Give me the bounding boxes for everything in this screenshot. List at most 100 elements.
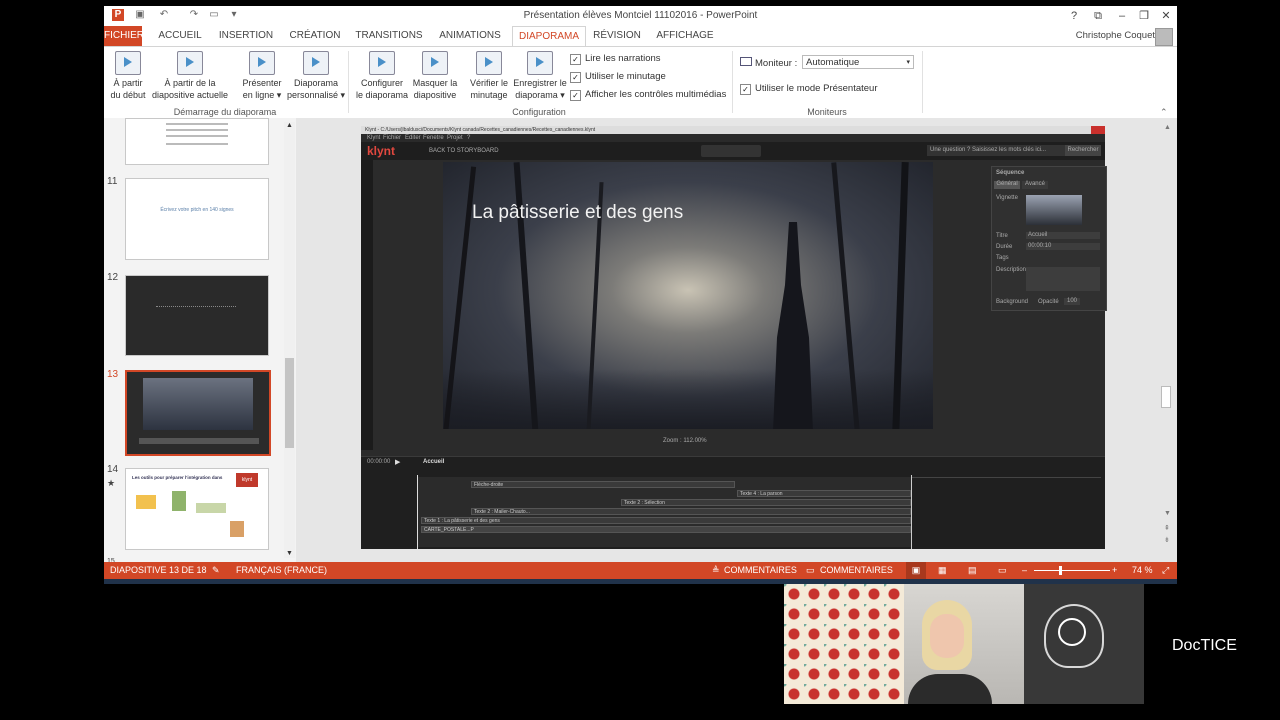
tab-transitions[interactable]: TRANSITIONS — [352, 26, 426, 46]
fit-slide-icon[interactable]: ⤢ — [1162, 562, 1169, 579]
from-start-button[interactable]: À partir du début — [106, 51, 150, 101]
comments-button[interactable]: COMMENTAIRES — [820, 562, 893, 579]
slide-thumbnail-11[interactable]: Écrivez votre pitch en 140 signes — [125, 178, 269, 260]
zoom-out-icon[interactable]: – — [1022, 562, 1027, 579]
scroll-down-icon[interactable]: ▼ — [286, 550, 293, 557]
hide-slide-button[interactable]: Masquer la diapositive — [408, 51, 462, 101]
tab-home[interactable]: ACCUEIL — [152, 26, 208, 46]
thumb-text-line — [166, 129, 228, 131]
slide-editing-area: Klynt - C:/Users/jlbaldusci/Documents/Kl… — [296, 118, 1177, 562]
current-slide[interactable]: Klynt - C:/Users/jlbaldusci/Documents/Kl… — [361, 126, 1107, 549]
klynt-preview-photo: La pâtisserie et des gens — [443, 162, 933, 429]
slide-number: 11 — [107, 176, 118, 187]
klynt-menu-item: ? — [467, 135, 471, 141]
thumb-logo — [230, 521, 244, 537]
scroll-down-icon[interactable]: ▼ — [1164, 510, 1171, 517]
setup-show-label-2: le diaporama — [355, 90, 409, 100]
slideshow-view-icon[interactable]: ▭ — [998, 562, 1007, 579]
show-media-controls-checkbox[interactable]: ✓ Afficher les contrôles multimédias — [570, 89, 726, 101]
tab-view[interactable]: AFFICHAGE — [652, 26, 718, 46]
play-icon: ▶ — [395, 459, 401, 466]
hide-slide-label-1: Masquer la — [412, 78, 458, 88]
close-icon[interactable]: ✕ — [1156, 8, 1176, 24]
zoom-slider[interactable] — [1034, 570, 1110, 571]
tab-slideshow[interactable]: DIAPORAMA — [512, 26, 586, 47]
show-media-controls-label: Afficher les contrôles multimédias — [585, 89, 727, 100]
track-bar: Flèche-droite — [471, 481, 735, 488]
person-face — [930, 614, 964, 658]
props-tags-label: Tags — [996, 255, 1009, 261]
use-timings-label: Utiliser le minutage — [585, 71, 666, 82]
panel-scrollbar[interactable]: ▲ ▼ — [284, 122, 295, 558]
timeline-sequence-name: Accueil — [423, 459, 445, 465]
custom-show-button[interactable]: Diaporama personnalisé ▾ — [286, 51, 346, 101]
monitor-select[interactable]: Automatique ▾ — [802, 55, 914, 69]
present-online-label-1: Présenter — [242, 78, 282, 88]
avatar[interactable] — [1155, 28, 1173, 46]
slide-thumbnail-10[interactable] — [125, 118, 269, 165]
tab-insert[interactable]: INSERTION — [214, 26, 278, 46]
klynt-back-link: BACK TO STORYBOARD — [429, 148, 499, 154]
tab-animations[interactable]: ANIMATIONS — [432, 26, 508, 46]
klynt-titlebar: Klynt - C:/Users/jlbaldusci/Documents/Kl… — [361, 126, 1105, 134]
from-current-label-2: diapositive actuelle — [151, 90, 229, 100]
klynt-menu-item: Projet — [447, 135, 463, 141]
slide-thumbnail-12[interactable] — [125, 275, 269, 356]
collapse-ribbon-icon[interactable]: ⌃ — [1160, 107, 1168, 118]
next-slide-icon[interactable]: ⇟ — [1164, 536, 1170, 544]
window-title: Présentation élèves Montciel 11102016 - … — [523, 10, 758, 21]
language-indicator[interactable]: FRANÇAIS (FRANCE) — [236, 562, 327, 579]
help-icon[interactable]: ? — [1064, 8, 1084, 24]
normal-view-icon[interactable]: ▣ — [906, 562, 926, 579]
powerpoint-window: P ▣ ↶ ↷ ▭ ▾ Présentation élèves Montciel… — [104, 6, 1177, 579]
scroll-up-icon[interactable]: ▲ — [1164, 124, 1171, 131]
rehearse-label-2: minutage — [470, 90, 508, 100]
klynt-timeline: 00:00:00 ▶ Accueil Flèche-droite Texte 4… — [361, 456, 1105, 549]
spellcheck-icon[interactable]: ✎ — [212, 562, 220, 579]
rehearse-timings-button[interactable]: Vérifier le minutage — [464, 51, 514, 101]
custom-show-icon — [303, 51, 329, 75]
props-title: Séquence — [996, 170, 1025, 176]
maximize-icon[interactable]: ❐ — [1134, 8, 1154, 24]
monitor-row: Moniteur : — [740, 57, 797, 69]
slide-thumbnail-13[interactable] — [125, 370, 271, 456]
from-current-button[interactable]: À partir de la diapositive actuelle — [150, 51, 230, 101]
slide-thumbnail-14[interactable]: Les outils pour préparer l'intégration d… — [125, 468, 269, 550]
globe-icon — [249, 51, 275, 75]
klynt-tool-icons — [701, 145, 761, 157]
zoom-slider-handle[interactable] — [1059, 566, 1062, 575]
present-online-button[interactable]: Présenter en ligne ▾ — [238, 51, 286, 101]
play-narrations-checkbox[interactable]: ✓ Lire les narrations — [570, 53, 661, 65]
thumb-text-line — [166, 143, 228, 145]
slide-thumbnail-panel: 11 Écrivez votre pitch en 140 signes 12 … — [104, 118, 296, 565]
zoom-in-icon[interactable]: + — [1112, 562, 1117, 579]
klynt-menubar: Klynt Fichier Editer Fenetre Projet ? — [361, 134, 1105, 142]
presenter-view-checkbox[interactable]: ✓ Utiliser le mode Présentateur — [740, 83, 878, 95]
notes-button[interactable]: COMMENTAIRES — [724, 562, 797, 579]
custom-show-label-2: personnalisé ▾ — [286, 90, 346, 100]
zoom-level[interactable]: 74 % — [1132, 562, 1153, 579]
scroll-thumb[interactable] — [285, 358, 294, 448]
slide-sorter-icon[interactable]: ▦ — [938, 562, 947, 579]
track-bar: Texte 2 : Sélection — [621, 499, 911, 506]
tab-design[interactable]: CRÉATION — [284, 26, 346, 46]
klynt-menu-item: Klynt — [367, 135, 381, 141]
record-show-button[interactable]: Enregistrer le diaporama ▾ — [512, 51, 568, 101]
minimize-icon[interactable]: – — [1112, 8, 1132, 24]
tab-file[interactable]: FICHIER — [104, 26, 144, 46]
user-name[interactable]: Christophe Coquet — [1076, 30, 1155, 41]
props-desc-label: Description — [996, 267, 1027, 273]
monitor-icon — [740, 57, 752, 66]
previous-slide-icon[interactable]: ⇞ — [1164, 524, 1170, 532]
slideshow-start-icon — [115, 51, 141, 75]
use-timings-checkbox[interactable]: ✓ Utiliser le minutage — [570, 71, 666, 83]
editor-scroll-thumb[interactable] — [1161, 386, 1171, 408]
star-icon: ★ — [107, 478, 116, 488]
setup-show-button[interactable]: Configurer le diaporama — [354, 51, 410, 101]
reading-view-icon[interactable]: ▤ — [968, 562, 977, 579]
hide-slide-icon — [422, 51, 448, 75]
tab-review[interactable]: RÉVISION — [590, 26, 644, 46]
ribbon-options-icon[interactable]: ⧉ — [1088, 8, 1108, 24]
record-icon — [527, 51, 553, 75]
scroll-up-icon[interactable]: ▲ — [286, 122, 293, 129]
